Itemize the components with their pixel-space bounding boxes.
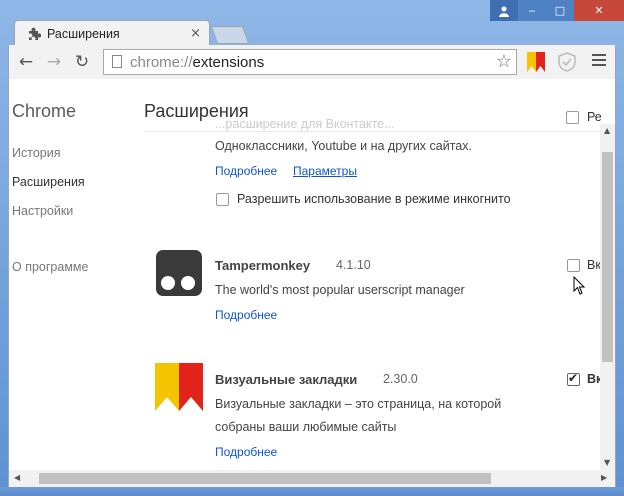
extension-name: Tampermonkey	[215, 258, 311, 273]
details-link[interactable]: Подробнее	[215, 308, 277, 322]
scroll-right-arrow-icon[interactable]: ▶	[601, 473, 607, 482]
sidebar-item-extensions[interactable]: Расширения	[12, 175, 85, 189]
developer-mode-checkbox[interactable]	[566, 111, 579, 124]
sidebar-item-about[interactable]: О программе	[12, 260, 88, 274]
developer-mode-label: Ре	[587, 110, 602, 124]
extension-name: Визуальные закладки	[215, 372, 358, 387]
mouse-cursor-icon	[573, 276, 586, 295]
visual-bookmarks-extension-icon[interactable]	[527, 52, 545, 72]
enable-checkbox[interactable]	[567, 259, 580, 272]
window-bottom-border	[0, 487, 624, 496]
horizontal-scrollbar[interactable]: ◀ ▶	[8, 470, 616, 487]
scroll-down-arrow-icon[interactable]: ▼	[604, 458, 610, 467]
visual-bookmarks-icon	[155, 363, 203, 411]
enable-label: Вк	[587, 258, 601, 272]
sidebar-item-settings[interactable]: Настройки	[12, 204, 73, 218]
page-title: Расширения	[144, 101, 249, 121]
back-button[interactable]: ←	[15, 51, 37, 73]
extension-version: 2.30.0	[383, 372, 418, 386]
close-window-button[interactable]: ✕	[574, 0, 624, 21]
vertical-scrollbar[interactable]: ▲ ▼	[600, 124, 615, 470]
extension-version: 4.1.10	[336, 258, 371, 272]
extension-description-line2: собраны ваши любимые сайты	[215, 420, 397, 434]
user-icon	[499, 6, 509, 17]
extension-description: Одноклассники, Youtube и на других сайта…	[215, 139, 472, 153]
sidebar-item-history[interactable]: История	[12, 146, 60, 160]
url-text: chrome://extensions	[130, 54, 265, 71]
puzzle-icon	[29, 27, 41, 40]
shield-extension-icon[interactable]	[557, 52, 577, 72]
toolbar: ← → ↻ chrome://extensions ☆	[8, 45, 616, 79]
horizontal-scroll-thumb[interactable]	[39, 473, 491, 484]
reload-button[interactable]: ↻	[71, 51, 93, 73]
tab-title: Расширения	[47, 26, 120, 41]
bookmark-star-icon[interactable]: ☆	[496, 51, 512, 72]
scroll-left-arrow-icon[interactable]: ◀	[14, 473, 20, 482]
forward-button[interactable]: →	[43, 51, 65, 73]
enable-checkbox[interactable]	[567, 371, 580, 386]
user-profile-button[interactable]	[490, 0, 518, 21]
details-link[interactable]: Подробнее	[215, 164, 277, 178]
vertical-scroll-thumb[interactable]	[602, 152, 613, 362]
sidebar-title: Chrome	[12, 101, 77, 121]
chrome-menu-icon[interactable]	[592, 54, 606, 69]
tab-extensions[interactable]: Расширения ×	[14, 20, 210, 46]
header-divider	[144, 131, 604, 132]
options-link[interactable]: Параметры	[293, 164, 357, 178]
maximize-button[interactable]: □	[546, 0, 574, 21]
incognito-checkbox[interactable]	[216, 193, 229, 206]
new-tab-button[interactable]	[210, 26, 250, 44]
tampermonkey-icon	[156, 250, 202, 296]
details-link[interactable]: Подробнее	[215, 445, 277, 459]
address-bar[interactable]: chrome://extensions ☆	[103, 49, 517, 75]
extension-description: The world's most popular userscript mana…	[215, 283, 465, 297]
incognito-label: Разрешить использование в режиме инкогни…	[237, 192, 511, 206]
tab-close-icon[interactable]: ×	[190, 26, 201, 41]
extension-description: Визуальные закладки – это страница, на к…	[215, 397, 502, 411]
page-icon	[112, 55, 122, 68]
extensions-page: Chrome История Расширения Настройки О пр…	[8, 79, 616, 470]
minimize-button[interactable]: ‒	[518, 0, 546, 21]
scroll-up-arrow-icon[interactable]: ▲	[604, 126, 610, 135]
